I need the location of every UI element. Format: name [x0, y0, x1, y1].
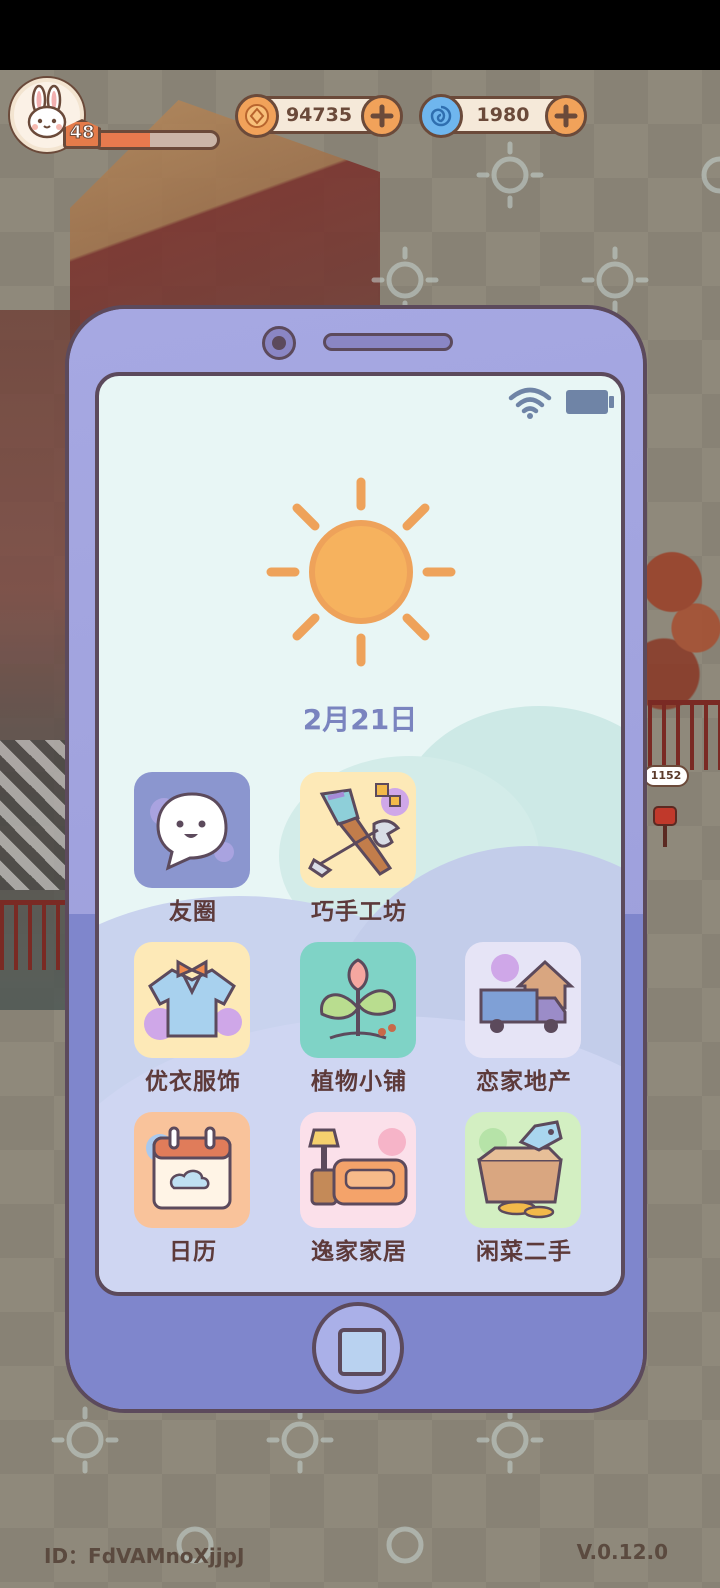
phone-device: 2月21日 友圈 巧手工坊 优衣服饰 植物小铺 恋家地产 日历 逸家家居 闲菜二…	[65, 305, 647, 1413]
tile-sun-icon	[266, 1406, 334, 1474]
battery-icon	[566, 390, 614, 414]
home-button[interactable]	[312, 1302, 404, 1394]
tile-sun-icon	[476, 141, 544, 209]
coin-icon	[235, 94, 279, 138]
app-label: 逸家家居	[311, 1239, 407, 1265]
app-label: 巧手工坊	[311, 899, 407, 925]
swirl-gem-icon	[419, 94, 463, 138]
box-tag-icon	[465, 1112, 581, 1228]
speaker-slot	[323, 333, 453, 351]
add-gems-button[interactable]	[545, 95, 587, 137]
app-label: 优衣服饰	[145, 1069, 241, 1095]
version-label: V.0.12.0	[576, 1540, 668, 1564]
coin-counter: 94735	[235, 94, 403, 138]
app-clothing[interactable]: 优衣服饰	[133, 942, 253, 1095]
plant-icon	[300, 942, 416, 1058]
price-bubble[interactable]: 1152	[643, 765, 689, 787]
railing	[0, 900, 70, 970]
autumn-tree	[640, 490, 720, 720]
mailbox-icon[interactable]	[652, 805, 678, 849]
app-calendar[interactable]: 日历	[133, 1112, 253, 1265]
date-label: 2月21日	[302, 703, 418, 736]
sofa-lamp-icon	[300, 1112, 416, 1228]
tile-sun-icon	[476, 1406, 544, 1474]
system-status-bar	[0, 0, 720, 70]
app-label: 日历	[169, 1239, 217, 1265]
app-real-estate[interactable]: 恋家地产	[464, 942, 584, 1095]
add-coins-button[interactable]	[361, 95, 403, 137]
shirt-icon	[134, 942, 250, 1058]
app-label: 植物小铺	[311, 1069, 407, 1095]
player-id: ID：FdVAMnoXjjpJ	[44, 1544, 245, 1568]
coin-value: 94735	[285, 104, 353, 126]
tile-sun-icon	[701, 156, 720, 194]
app-label: 恋家地产	[476, 1069, 572, 1095]
gem-value: 1980	[476, 104, 530, 126]
tile-sun-icon	[386, 1526, 424, 1564]
paintbrush-wrench-icon	[300, 772, 416, 888]
app-plant-shop[interactable]: 植物小铺	[299, 942, 419, 1095]
tile-sun-icon	[51, 1406, 119, 1474]
gem-counter: 1980	[419, 94, 587, 138]
phone-screen: 2月21日 友圈 巧手工坊 优衣服饰 植物小铺 恋家地产 日历 逸家家居 闲菜二…	[95, 372, 625, 1296]
app-workshop[interactable]: 巧手工坊	[299, 772, 419, 925]
app-label: 友圈	[169, 899, 217, 925]
calendar-icon	[134, 1112, 250, 1228]
truck-house-icon	[465, 942, 581, 1058]
xp-progress-bar	[92, 130, 220, 150]
wifi-icon	[508, 387, 552, 419]
sun-icon	[266, 477, 456, 667]
app-furniture[interactable]: 逸家家居	[299, 1112, 419, 1265]
chat-bubble-icon	[134, 772, 250, 888]
camera-icon	[262, 326, 296, 360]
app-friends[interactable]: 友圈	[133, 772, 253, 925]
app-label: 闲菜二手	[476, 1239, 572, 1265]
railing	[648, 700, 720, 770]
app-secondhand[interactable]: 闲菜二手	[464, 1112, 584, 1265]
